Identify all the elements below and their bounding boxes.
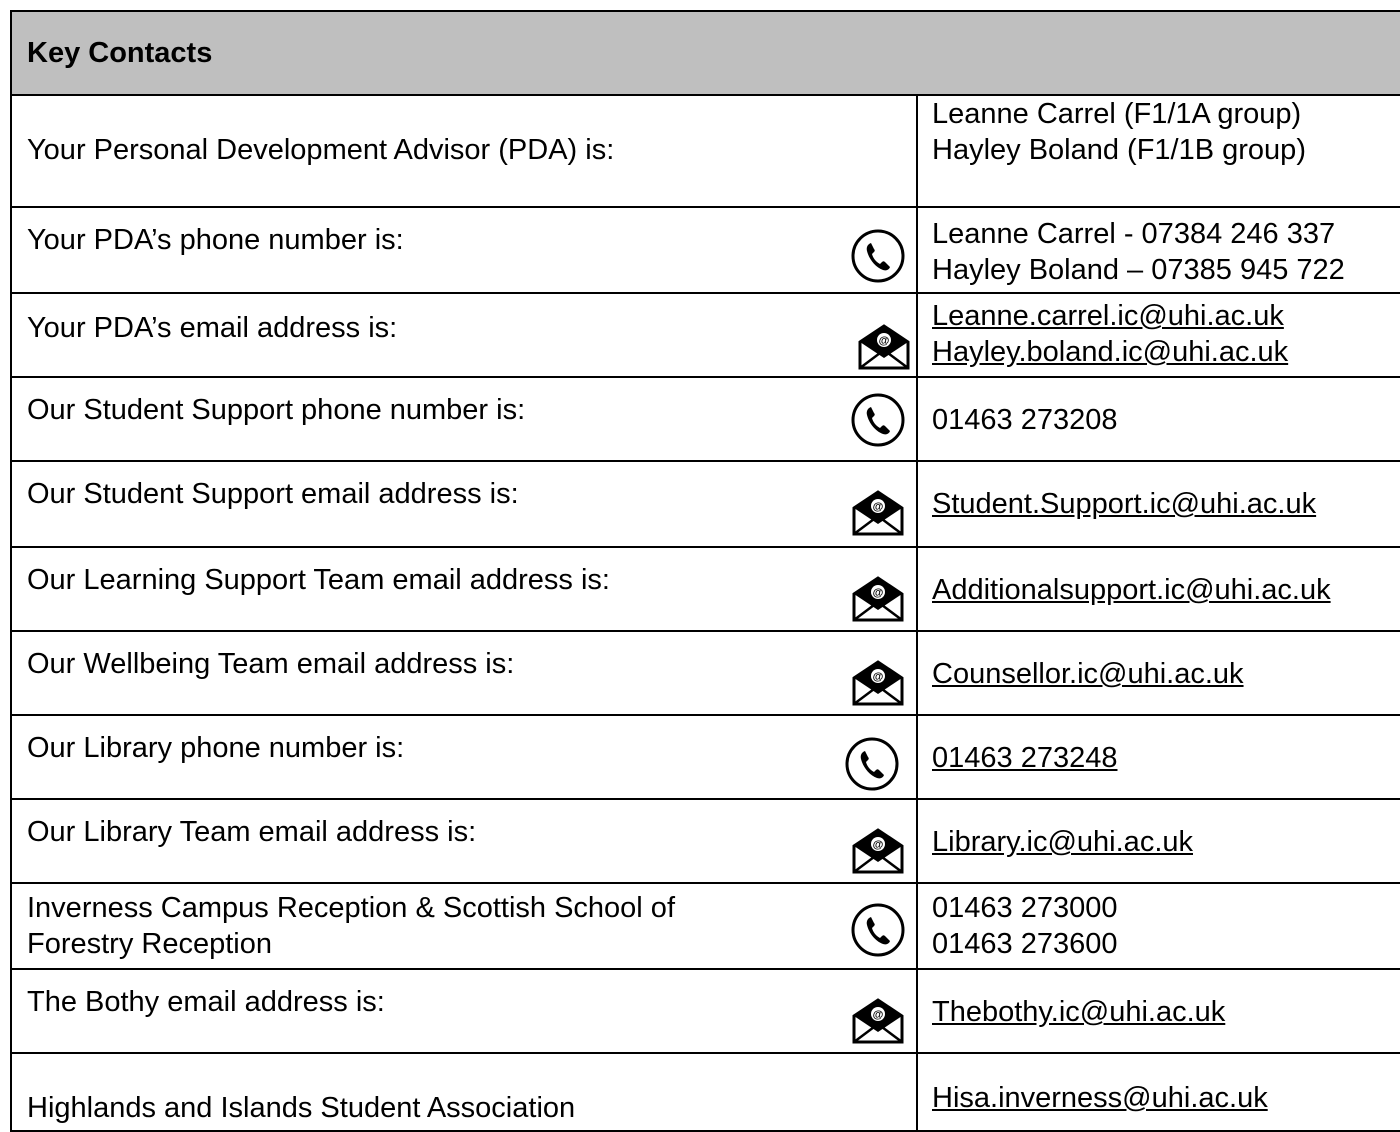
- contact-value: Leanne Carrel - 07384 246 337: [932, 218, 1336, 250]
- contact-value-cell: Additionalsupport.ic@uhi.ac.uk: [918, 548, 1400, 630]
- contact-label-line: Your Personal Development Advisor (PDA) …: [27, 134, 615, 166]
- svg-text:@: @: [873, 1009, 884, 1021]
- contact-value-cell: Leanne Carrel (F1/1A group) Hayley Boland…: [918, 96, 1400, 206]
- table-row: Our Library Team email address is: @ Libra…: [10, 800, 1400, 884]
- contact-label-cell: Your PDA’s phone number is:: [12, 208, 918, 292]
- table-row: Our Student Support phone number is: 0146…: [10, 378, 1400, 462]
- contact-label: Our Library phone number is:: [27, 730, 404, 766]
- contact-link[interactable]: Counsellor.ic@uhi.ac.uk: [932, 656, 1244, 692]
- contact-label-cell: Our Library Team email address is: @: [12, 800, 918, 882]
- contact-label-cell: Our Library phone number is:: [12, 716, 918, 798]
- svg-text:@: @: [873, 839, 884, 851]
- contact-value-cell: Student.Support.ic@uhi.ac.uk: [918, 462, 1400, 546]
- contact-label: Your PDA’s phone number is:: [27, 222, 404, 258]
- table-header: Key Contacts: [10, 10, 1400, 96]
- contact-value-cell: Hisa.inverness@uhi.ac.uk: [918, 1054, 1400, 1130]
- contact-link[interactable]: Hisa.inverness@uhi.ac.uk: [932, 1080, 1268, 1116]
- contact-value-cell: Leanne Carrel - 07384 246 337 Hayley Bola…: [918, 208, 1400, 292]
- phone-icon: [844, 736, 900, 792]
- contact-label-line: Your PDA’s phone number is:: [27, 224, 404, 256]
- table-title: Key Contacts: [27, 36, 213, 69]
- contact-label: Your Personal Development Advisor (PDA) …: [27, 132, 614, 168]
- svg-text:@: @: [873, 501, 884, 513]
- contact-value: Hayley Boland (F1/1B group): [932, 134, 1306, 166]
- contact-label-cell: Your Personal Development Advisor (PDA) …: [12, 96, 918, 206]
- contact-label-cell: Our Learning Support Team email address …: [12, 548, 918, 630]
- phone-icon: [850, 902, 906, 958]
- contact-value-cell: 01463 273248: [918, 716, 1400, 798]
- table-row: Your Personal Development Advisor (PDA) …: [10, 96, 1400, 208]
- table-row: Our Library phone number is: 01463 273248: [10, 716, 1400, 800]
- contact-value: 01463 273600: [932, 928, 1118, 960]
- key-contacts-table: Key Contacts Your Personal Development A…: [10, 10, 1400, 1132]
- email-icon: @: [856, 318, 912, 374]
- phone-icon: [850, 228, 906, 284]
- contact-label: Our Learning Support Team email address …: [27, 562, 610, 598]
- contact-link[interactable]: Student.Support.ic@uhi.ac.uk: [932, 486, 1316, 522]
- contact-label: Our Wellbeing Team email address is:: [27, 646, 514, 682]
- contact-link[interactable]: Leanne.carrel.ic@uhi.ac.uk: [932, 298, 1284, 334]
- contact-label: Inverness Campus Reception & Scottish Sc…: [27, 890, 675, 962]
- contact-link[interactable]: Library.ic@uhi.ac.uk: [932, 824, 1193, 860]
- contact-label-line: Our Learning Support Team email address …: [27, 564, 610, 596]
- table-body: Your Personal Development Advisor (PDA) …: [10, 96, 1400, 1132]
- contact-link[interactable]: Thebothy.ic@uhi.ac.uk: [932, 994, 1225, 1030]
- contact-value-cell: Leanne.carrel.ic@uhi.ac.uk Hayley.boland.…: [918, 294, 1400, 376]
- table-row: Our Learning Support Team email address …: [10, 548, 1400, 632]
- svg-text:@: @: [879, 335, 890, 347]
- contact-label-cell: Highlands and Islands Student Associatio…: [12, 1054, 918, 1130]
- contact-label: Our Student Support email address is:: [27, 476, 519, 512]
- email-icon: @: [850, 822, 906, 878]
- contact-value-cell: Library.ic@uhi.ac.uk: [918, 800, 1400, 882]
- contact-label-line: Forestry Reception: [27, 928, 272, 960]
- contact-link[interactable]: Hayley.boland.ic@uhi.ac.uk: [932, 334, 1288, 370]
- contact-label-line: Inverness Campus Reception & Scottish Sc…: [27, 892, 675, 924]
- contact-value: Leanne Carrel (F1/1A group): [932, 98, 1302, 130]
- email-icon: @: [850, 484, 906, 540]
- contact-label: Our Student Support phone number is:: [27, 392, 525, 428]
- table-row: Our Student Support email address is: @ St…: [10, 462, 1400, 548]
- contact-label-line: The Bothy email address is:: [27, 986, 385, 1018]
- svg-text:@: @: [873, 671, 884, 683]
- table-row: Your PDA’s email address is: @ Leanne.carr…: [10, 294, 1400, 378]
- contact-label-line: Our Wellbeing Team email address is:: [27, 648, 515, 680]
- table-row: Highlands and Islands Student Associatio…: [10, 1054, 1400, 1132]
- email-icon: @: [850, 654, 906, 710]
- contact-label: Highlands and Islands Student Associatio…: [27, 1090, 575, 1126]
- contact-label: The Bothy email address is:: [27, 984, 385, 1020]
- contact-label-line: Our Library Team email address is:: [27, 816, 477, 848]
- contact-label-cell: Our Wellbeing Team email address is: @: [12, 632, 918, 714]
- table-row: The Bothy email address is: @ Thebothy.ic@…: [10, 970, 1400, 1054]
- phone-icon: [850, 392, 906, 448]
- contact-value: Hayley Boland – 07385 945 722: [932, 254, 1345, 286]
- contact-value: 01463 273208: [932, 404, 1118, 436]
- contact-label: Our Library Team email address is:: [27, 814, 476, 850]
- contact-value-cell: 01463 273208: [918, 378, 1400, 460]
- contact-label-cell: Inverness Campus Reception & Scottish Sc…: [12, 884, 918, 968]
- contact-value-cell: 01463 273000 01463 273600: [918, 884, 1400, 968]
- contact-label-cell: Our Student Support phone number is:: [12, 378, 918, 460]
- contact-label-cell: The Bothy email address is: @: [12, 970, 918, 1052]
- contact-label-line: Our Student Support phone number is:: [27, 394, 526, 426]
- contact-label: Your PDA’s email address is:: [27, 310, 397, 346]
- email-icon: @: [850, 992, 906, 1048]
- svg-text:@: @: [873, 587, 884, 599]
- table-row: Inverness Campus Reception & Scottish Sc…: [10, 884, 1400, 970]
- contact-label-line: Our Student Support email address is:: [27, 478, 519, 510]
- contact-label-cell: Our Student Support email address is: @: [12, 462, 918, 546]
- contact-label-line: Highlands and Islands Student Associatio…: [27, 1092, 576, 1124]
- contact-label-line: Your PDA’s email address is:: [27, 312, 398, 344]
- contact-link[interactable]: Additionalsupport.ic@uhi.ac.uk: [932, 572, 1331, 608]
- email-icon: @: [850, 570, 906, 626]
- contact-link[interactable]: 01463 273248: [932, 740, 1117, 776]
- contact-value-cell: Thebothy.ic@uhi.ac.uk: [918, 970, 1400, 1052]
- contact-label-cell: Your PDA’s email address is: @: [12, 294, 918, 376]
- contact-value: 01463 273000: [932, 892, 1118, 924]
- contact-label-line: Our Library phone number is:: [27, 732, 405, 764]
- contact-value-cell: Counsellor.ic@uhi.ac.uk: [918, 632, 1400, 714]
- table-row: Our Wellbeing Team email address is: @ Cou…: [10, 632, 1400, 716]
- table-row: Your PDA’s phone number is: Leanne Carrel…: [10, 208, 1400, 294]
